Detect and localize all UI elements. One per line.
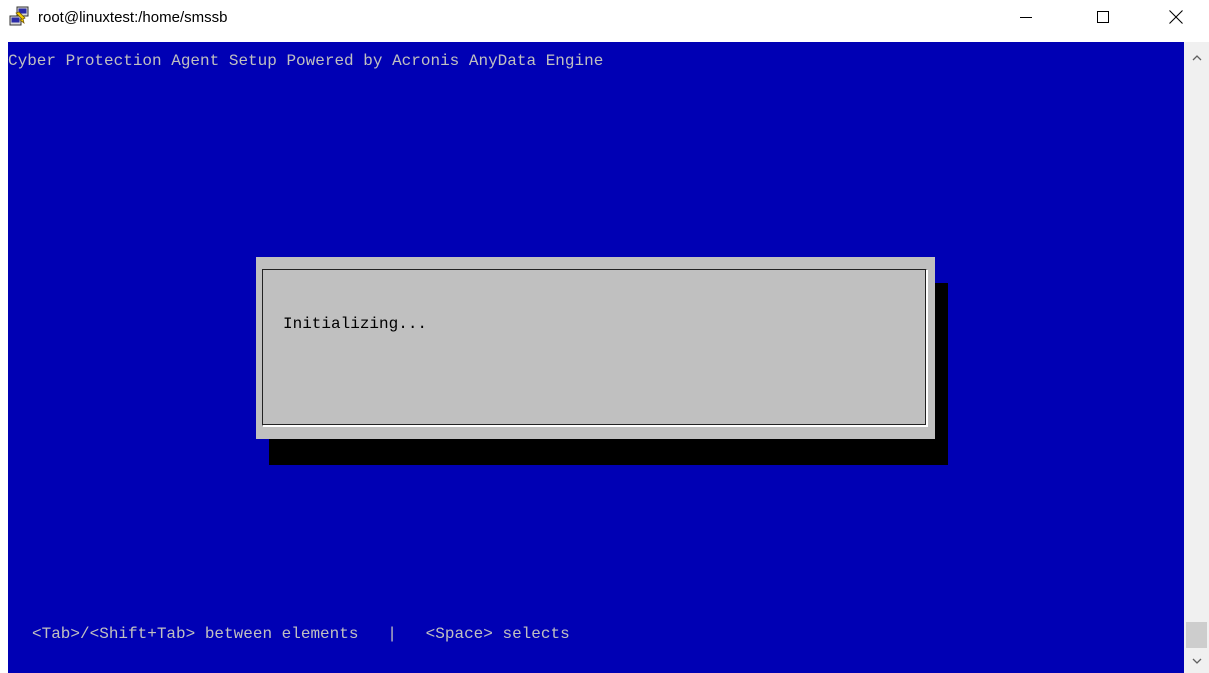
setup-header: Cyber Protection Agent Setup Powered by … [8, 52, 604, 70]
putty-window: root@linuxtest:/home/smssb Cyber Protect… [0, 0, 1209, 673]
dialog-frame [262, 269, 927, 426]
close-icon [1169, 9, 1183, 29]
status-dialog: Initializing... [256, 257, 935, 439]
scroll-thumb[interactable] [1186, 622, 1207, 648]
chevron-up-icon [1192, 48, 1202, 66]
chevron-down-icon [1192, 652, 1202, 670]
minimize-icon [1020, 10, 1032, 28]
dialog-message: Initializing... [283, 315, 428, 333]
terminal-screen[interactable]: Cyber Protection Agent Setup Powered by … [8, 42, 1184, 673]
title-bar[interactable]: root@linuxtest:/home/smssb [0, 0, 1209, 40]
vertical-scrollbar[interactable] [1184, 42, 1209, 673]
maximize-icon [1097, 10, 1109, 28]
window-title: root@linuxtest:/home/smssb [38, 9, 228, 26]
scroll-down-button[interactable] [1184, 650, 1209, 672]
maximize-button[interactable] [1080, 0, 1126, 38]
putty-icon[interactable] [8, 6, 30, 28]
minimize-button[interactable] [1003, 0, 1049, 38]
scroll-up-button[interactable] [1184, 46, 1209, 68]
close-button[interactable] [1153, 0, 1199, 38]
keyboard-help-line: <Tab>/<Shift+Tab> between elements | <Sp… [32, 625, 570, 643]
